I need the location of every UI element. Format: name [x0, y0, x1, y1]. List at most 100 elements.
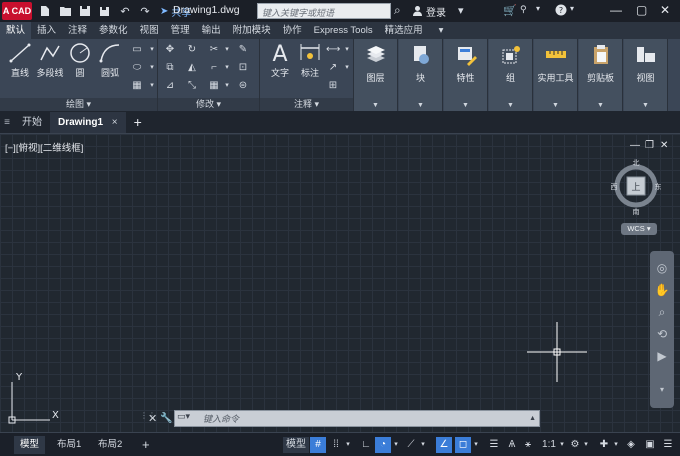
move-icon[interactable]: ✥: [163, 43, 177, 57]
close-icon[interactable]: ✕: [660, 3, 670, 17]
tab-collaborate[interactable]: 协作: [277, 22, 308, 39]
zoom-extents-icon[interactable]: ⌕: [653, 303, 671, 321]
rectangle-icon[interactable]: ▭: [130, 43, 144, 57]
drawing-canvas[interactable]: [−][俯视][二维线框] — ❐ ✕ 上 北 南 东 西 WCS ▾ ◎ ✋ …: [0, 134, 680, 432]
command-line-customize-icon[interactable]: 🔧: [160, 413, 174, 424]
add-layout-button[interactable]: +: [136, 436, 156, 454]
new-tab-button[interactable]: +: [126, 112, 150, 133]
hatch-arrow-icon[interactable]: ▾: [145, 79, 159, 93]
workspace-arrow-icon[interactable]: ▾: [581, 437, 591, 453]
ellipse-icon[interactable]: ⬭: [130, 61, 144, 75]
pan-icon[interactable]: ✋: [653, 281, 671, 299]
layout-tab-model[interactable]: 模型: [14, 436, 46, 454]
annotation-scale-button[interactable]: 1:1: [540, 437, 558, 453]
command-line-grip-icon[interactable]: ⋮⋮: [140, 411, 156, 427]
tab-parametric[interactable]: 参数化: [93, 22, 134, 39]
viewcube-south[interactable]: 南: [633, 207, 640, 216]
tab-manage[interactable]: 管理: [165, 22, 196, 39]
grid-icon[interactable]: #: [310, 437, 326, 453]
maximize-icon[interactable]: ▢: [636, 3, 647, 17]
viewport-controls[interactable]: [−][俯视][二维线框]: [5, 140, 83, 154]
command-line-close-icon[interactable]: ✕: [148, 412, 160, 425]
layout-tab-layout2[interactable]: 布局2: [92, 436, 128, 454]
mirror-icon[interactable]: ◭: [185, 61, 199, 75]
annotation-monitor-icon[interactable]: ✚: [597, 437, 611, 453]
search-icon[interactable]: ⌕: [394, 3, 401, 18]
ellipse-arrow-icon[interactable]: ▾: [145, 61, 159, 75]
ortho-icon[interactable]: ∟: [359, 437, 373, 453]
tab-close-icon[interactable]: ×: [112, 117, 118, 128]
dropdown-arrow-icon[interactable]: ▾: [458, 4, 464, 17]
linear-dim-icon[interactable]: ⟷: [326, 43, 340, 57]
navbar-options-icon[interactable]: ▾: [653, 381, 671, 399]
utilities-panel[interactable]: 实用工具 ▼: [534, 39, 578, 111]
help-icon[interactable]: ?: [555, 4, 567, 19]
annotation-group-footer[interactable]: 注释 ▾: [260, 98, 353, 111]
tab-addins[interactable]: 附加模块: [227, 22, 277, 39]
layers-panel[interactable]: 图层 ▼: [354, 39, 398, 111]
app-logo[interactable]: A CAD: [2, 2, 32, 20]
explode-icon[interactable]: ⊡: [236, 61, 250, 75]
viewcube[interactable]: 上 北 南 东 西: [611, 157, 661, 217]
viewcube-west[interactable]: 西: [611, 183, 618, 191]
login-button[interactable]: 登录: [412, 4, 446, 19]
layout-tab-layout1[interactable]: 布局1: [51, 436, 87, 454]
object-snap-arrow-icon[interactable]: ▾: [471, 437, 481, 453]
tab-express-tools[interactable]: Express Tools: [308, 22, 379, 39]
recent-commands-icon[interactable]: ▭▾: [177, 411, 199, 426]
tab-view[interactable]: 视图: [134, 22, 165, 39]
fillet-icon[interactable]: ⌐: [207, 61, 221, 75]
viewcube-top[interactable]: 上: [631, 182, 640, 193]
viewcube-east[interactable]: 东: [655, 182, 662, 191]
modify-group-footer[interactable]: 修改 ▾: [158, 98, 259, 111]
table-icon[interactable]: ⊞: [326, 79, 340, 93]
annotation-autoscale-icon[interactable]: ⚹: [521, 437, 535, 453]
customization-menu-icon[interactable]: ☰: [661, 437, 675, 453]
block-panel[interactable]: 块 ▼: [399, 39, 443, 111]
annotation-visibility-icon[interactable]: Ѧ: [505, 437, 519, 453]
tab-featured-apps[interactable]: 精选应用: [379, 22, 429, 39]
model-space-button[interactable]: 模型: [283, 437, 309, 453]
offset-icon[interactable]: ⊜: [236, 79, 250, 93]
tab-default[interactable]: 默认: [0, 22, 32, 39]
leader-icon[interactable]: ↗: [326, 61, 340, 75]
command-history-arrow-icon[interactable]: ▲: [529, 415, 536, 422]
rotate-icon[interactable]: ↻: [185, 43, 199, 57]
options-arrow-icon[interactable]: ▾: [536, 4, 540, 13]
stretch-icon[interactable]: ⊿: [163, 79, 177, 93]
new-file-icon[interactable]: [38, 4, 52, 18]
workspace-gear-icon[interactable]: ⚙: [568, 437, 582, 453]
leader-arrow-icon[interactable]: ▾: [340, 61, 354, 75]
scale-icon[interactable]: ⤡: [185, 79, 199, 93]
snap-icon[interactable]: ⁞⁞: [329, 437, 343, 453]
arc-button[interactable]: 圆弧: [92, 42, 128, 79]
save-as-icon[interactable]: [98, 4, 112, 18]
save-icon[interactable]: [78, 4, 92, 18]
properties-panel[interactable]: 特性 ▼: [444, 39, 488, 111]
undo-icon[interactable]: ↶: [118, 4, 132, 18]
full-screen-icon[interactable]: ▣: [643, 437, 657, 453]
trim-arrow-icon[interactable]: ▾: [220, 43, 234, 57]
array-arrow-icon[interactable]: ▾: [220, 79, 234, 93]
isolate-objects-icon[interactable]: ◈: [624, 437, 638, 453]
erase-icon[interactable]: ✎: [236, 43, 250, 57]
dimension-button[interactable]: 标注: [292, 42, 328, 79]
search-input[interactable]: 键入关键字或短语: [257, 3, 391, 19]
annotation-scale-arrow-icon[interactable]: ▾: [557, 437, 567, 453]
clipboard-panel[interactable]: 剪贴板 ▼: [579, 39, 623, 111]
view-panel[interactable]: 视图 ▼: [624, 39, 668, 111]
lineweight-icon[interactable]: ☰: [487, 437, 501, 453]
cart-icon[interactable]: 🛒: [503, 4, 517, 17]
redo-icon[interactable]: ↷: [138, 4, 152, 18]
open-folder-icon[interactable]: [58, 4, 72, 18]
tab-insert[interactable]: 插入: [31, 22, 62, 39]
trim-icon[interactable]: ✂: [207, 43, 221, 57]
hatch-icon[interactable]: ▦: [130, 79, 144, 93]
units-arrow-icon[interactable]: ▾: [611, 437, 621, 453]
ribbon-options-icon[interactable]: ▾: [435, 22, 448, 39]
minimize-icon[interactable]: —: [610, 3, 622, 17]
a360-icon[interactable]: ⚲: [520, 4, 527, 15]
viewport-close-icon[interactable]: ✕: [660, 140, 668, 151]
snap-arrow-icon[interactable]: ▾: [343, 437, 353, 453]
rectangle-arrow-icon[interactable]: ▾: [145, 43, 159, 57]
